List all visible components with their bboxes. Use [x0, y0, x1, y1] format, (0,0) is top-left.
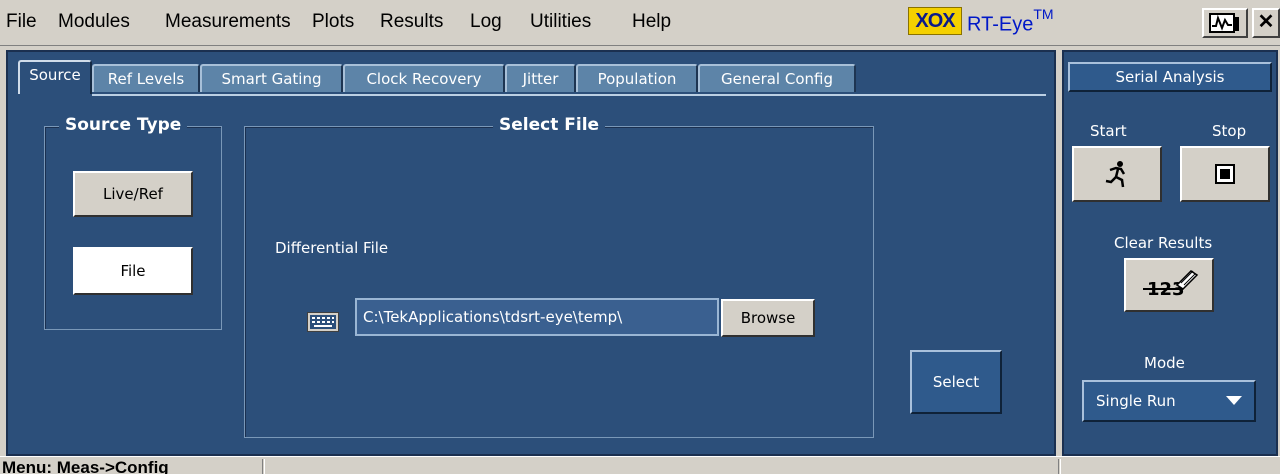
stop-label: Stop	[1212, 122, 1247, 140]
menu-log[interactable]: Log	[470, 11, 502, 33]
menu-file[interactable]: File	[6, 11, 37, 33]
status-separator	[1058, 459, 1061, 474]
tab-clock-recovery[interactable]: Clock Recovery	[343, 64, 505, 92]
status-text: Menu: Meas->Config	[2, 458, 169, 474]
status-bar: Menu: Meas->Config	[0, 456, 1280, 474]
tab-smart-gating[interactable]: Smart Gating	[200, 64, 343, 92]
tab-jitter[interactable]: Jitter	[505, 64, 576, 92]
select-file-title: Select File	[493, 115, 606, 135]
config-panel: Source Ref Levels Smart Gating Clock Rec…	[6, 50, 1056, 456]
menu-measurements[interactable]: Measurements	[165, 11, 291, 33]
tab-ref-levels[interactable]: Ref Levels	[92, 64, 200, 92]
clear-results-button[interactable]: 123	[1124, 258, 1214, 312]
menu-results[interactable]: Results	[380, 11, 443, 33]
tab-divider	[92, 94, 1046, 96]
mode-label: Mode	[1144, 354, 1185, 372]
file-button[interactable]: File	[73, 247, 193, 295]
chevron-down-icon	[1226, 396, 1242, 405]
tab-source[interactable]: Source	[18, 60, 92, 94]
differential-file-label: Differential File	[275, 239, 389, 257]
source-type-group: Source Type Live/Ref File	[44, 115, 222, 330]
eraser-icon: 123	[1143, 270, 1199, 300]
oscilloscope-icon	[1209, 13, 1239, 33]
tab-population[interactable]: Population	[576, 64, 698, 92]
menu-bar: File Modules Measurements Plots Results …	[0, 0, 1280, 46]
select-file-group: Select File Differential File Browse	[244, 115, 874, 438]
serial-analysis-panel: Serial Analysis Start Stop Clear Results…	[1062, 50, 1278, 456]
menu-utilities[interactable]: Utilities	[530, 11, 591, 33]
select-button[interactable]: Select	[910, 350, 1002, 414]
start-label: Start	[1090, 122, 1127, 140]
mode-select[interactable]: Single Run	[1082, 380, 1256, 422]
start-button[interactable]	[1072, 146, 1162, 202]
live-ref-button[interactable]: Live/Ref	[73, 171, 193, 217]
file-path-input[interactable]	[355, 298, 719, 336]
running-man-icon	[1105, 161, 1126, 188]
stop-button[interactable]	[1180, 146, 1270, 202]
menu-plots[interactable]: Plots	[312, 11, 354, 33]
menu-modules[interactable]: Modules	[58, 11, 130, 33]
mode-select-value: Single Run	[1096, 392, 1176, 410]
tek-logo: XOX	[908, 7, 962, 35]
browse-button[interactable]: Browse	[721, 299, 815, 337]
tab-general-config[interactable]: General Config	[698, 64, 856, 92]
serial-analysis-button[interactable]: Serial Analysis	[1068, 62, 1272, 92]
app-title-trademark: TM	[1033, 6, 1054, 22]
app-title: RT-EyeTM	[967, 6, 1054, 37]
scope-view-button[interactable]	[1202, 8, 1248, 38]
source-type-title: Source Type	[59, 115, 188, 135]
menu-help[interactable]: Help	[632, 11, 671, 33]
close-button[interactable]: ✕	[1252, 8, 1280, 38]
app-title-text: RT-Eye	[967, 13, 1034, 36]
clear-results-label: Clear Results	[1114, 234, 1213, 252]
keyboard-icon[interactable]	[307, 312, 339, 332]
stop-square-icon	[1215, 164, 1235, 184]
status-separator	[262, 459, 265, 474]
